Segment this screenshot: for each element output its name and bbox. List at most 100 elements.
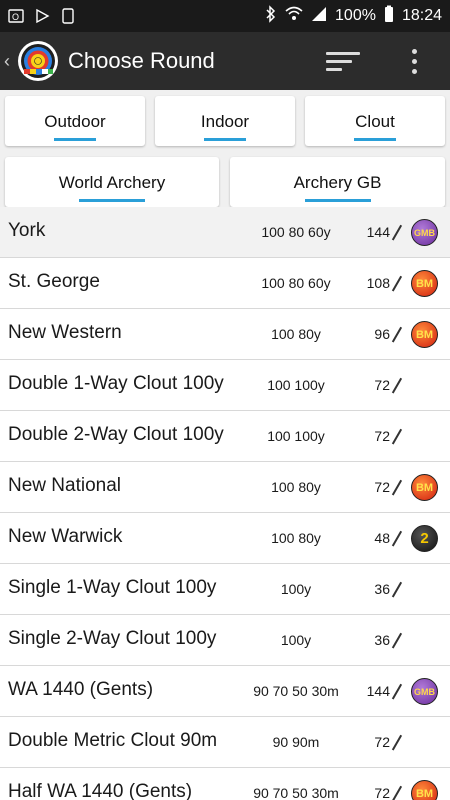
arrow-count: 36 xyxy=(374,632,402,648)
round-distances: 90 70 50 30m xyxy=(253,683,339,699)
app-bar: ‹ Choose Round xyxy=(0,32,450,90)
list-item[interactable]: New National 100 80y 72 BM xyxy=(0,462,450,513)
round-name: WA 1440 (Gents) xyxy=(8,679,154,700)
tab-archery-gb[interactable]: Archery GB xyxy=(230,157,445,207)
clock: 18:24 xyxy=(401,7,442,24)
round-distances: 100y xyxy=(280,581,312,597)
arrow-count: 72 xyxy=(374,428,402,444)
arrow-count-value: 144 xyxy=(366,683,390,699)
arrow-count: 72 xyxy=(374,479,402,495)
arrow-icon xyxy=(392,581,402,597)
arrow-count: 48 xyxy=(374,530,402,546)
tab-indicator xyxy=(204,138,246,141)
arrow-icon xyxy=(392,326,402,342)
round-name: Double 2-Way Clout 100y xyxy=(8,424,224,445)
tab-clout[interactable]: Clout xyxy=(305,96,445,146)
list-item[interactable]: Double 1-Way Clout 100y 100 100y 72 xyxy=(0,360,450,411)
arrow-count-value: 96 xyxy=(374,326,390,342)
list-item[interactable]: Half WA 1440 (Gents) 90 70 50 30m 72 BM xyxy=(0,768,450,800)
arrow-count: 96 xyxy=(374,326,402,342)
page-title: Choose Round xyxy=(68,48,215,73)
tab-outdoor[interactable]: Outdoor xyxy=(5,96,145,146)
round-distances: 100 100y xyxy=(267,428,325,444)
arrow-icon xyxy=(392,632,402,648)
tab-indicator xyxy=(79,199,145,202)
tab-indicator xyxy=(304,199,371,202)
tab-label: Indoor xyxy=(200,112,250,131)
list-item[interactable]: Single 2-Way Clout 100y 100y 36 xyxy=(0,615,450,666)
round-name: St. George xyxy=(8,271,100,292)
svg-text:O: O xyxy=(12,12,19,22)
arrow-count-value: 144 xyxy=(366,224,390,240)
tab-label: Clout xyxy=(355,112,395,131)
list-item[interactable]: WA 1440 (Gents) 90 70 50 30m 144 GMB xyxy=(0,666,450,717)
list-item[interactable]: St. George 100 80 60y 108 BM xyxy=(0,258,450,309)
arrow-count: 72 xyxy=(374,377,402,393)
tab-indoor[interactable]: Indoor xyxy=(155,96,295,146)
round-name: New Warwick xyxy=(8,526,123,547)
classification-badge-icon: 2 xyxy=(411,525,438,552)
arrow-count: 72 xyxy=(374,785,402,800)
round-distances: 100y xyxy=(280,632,312,648)
list-item[interactable]: Double Metric Clout 90m 90 90m 72 xyxy=(0,717,450,768)
round-distances: 100 80 60y xyxy=(261,275,331,291)
tab-label: World Archery xyxy=(58,173,166,192)
list-item[interactable]: York 100 80 60y 144 GMB xyxy=(0,207,450,258)
round-list: York 100 80 60y 144 GMB St. George 100 80 60y… xyxy=(0,207,450,800)
arrow-count-value: 72 xyxy=(374,785,390,800)
arrow-count: 36 xyxy=(374,581,402,597)
arrow-count-value: 72 xyxy=(374,479,390,495)
classification-badge-icon: GMB xyxy=(411,678,438,705)
status-bar: O 100% 18:24 xyxy=(0,0,450,32)
play-store-icon xyxy=(34,8,50,24)
round-distances: 100 80y xyxy=(271,479,321,495)
classification-badge-icon: GMB xyxy=(411,219,438,246)
back-chevron-icon[interactable]: ‹ xyxy=(4,51,14,72)
arrow-count: 144 xyxy=(367,224,402,240)
arrow-count: 72 xyxy=(374,734,402,750)
arrow-count: 108 xyxy=(367,275,402,291)
round-name: York xyxy=(8,220,46,241)
round-distances: 100 80y xyxy=(271,326,321,342)
arrow-count-value: 72 xyxy=(374,734,390,750)
arrow-count-value: 72 xyxy=(374,428,390,444)
tab-indicator xyxy=(54,138,96,141)
arrow-icon xyxy=(392,479,402,495)
classification-badge-icon: BM xyxy=(411,780,438,800)
bluetooth-icon xyxy=(265,4,277,28)
signal-icon xyxy=(311,6,327,27)
classification-badge-icon: BM xyxy=(411,474,438,501)
arrow-count-value: 72 xyxy=(374,377,390,393)
tab-world-archery[interactable]: World Archery xyxy=(5,157,219,207)
round-name: New Western xyxy=(8,322,122,343)
list-item[interactable]: Double 2-Way Clout 100y 100 100y 72 xyxy=(0,411,450,462)
more-vert-icon[interactable] xyxy=(402,44,426,78)
archery-target-logo[interactable] xyxy=(16,39,60,83)
round-name: Double Metric Clout 90m xyxy=(8,730,218,751)
battery-icon xyxy=(384,5,394,28)
arrow-icon xyxy=(392,224,402,240)
round-distances: 100 80 60y xyxy=(261,224,331,240)
arrow-icon xyxy=(392,683,402,699)
sort-icon[interactable] xyxy=(326,46,362,76)
round-name: Single 2-Way Clout 100y xyxy=(8,628,217,649)
classification-badge-icon: BM xyxy=(411,270,438,297)
round-name: Double 1-Way Clout 100y xyxy=(8,373,224,394)
arrow-count-value: 36 xyxy=(374,632,390,648)
arrow-count-value: 108 xyxy=(366,275,390,291)
arrow-icon xyxy=(392,377,402,393)
round-distances: 100 100y xyxy=(267,377,325,393)
round-distances: 90 70 50 30m xyxy=(253,785,339,800)
phone-icon xyxy=(60,8,76,24)
round-name: New National xyxy=(8,475,121,496)
battery-level: 100% xyxy=(335,7,376,24)
round-name: Single 1-Way Clout 100y xyxy=(8,577,217,598)
list-item[interactable]: Single 1-Way Clout 100y 100y 36 xyxy=(0,564,450,615)
list-item[interactable]: New Western 100 80y 96 BM xyxy=(0,309,450,360)
round-distances: 100 80y xyxy=(271,530,321,546)
classification-badge-icon: BM xyxy=(411,321,438,348)
arrow-icon xyxy=(392,734,402,750)
arrow-count: 144 xyxy=(367,683,402,699)
round-distances: 90 90m xyxy=(272,734,320,750)
list-item[interactable]: New Warwick 100 80y 48 2 xyxy=(0,513,450,564)
